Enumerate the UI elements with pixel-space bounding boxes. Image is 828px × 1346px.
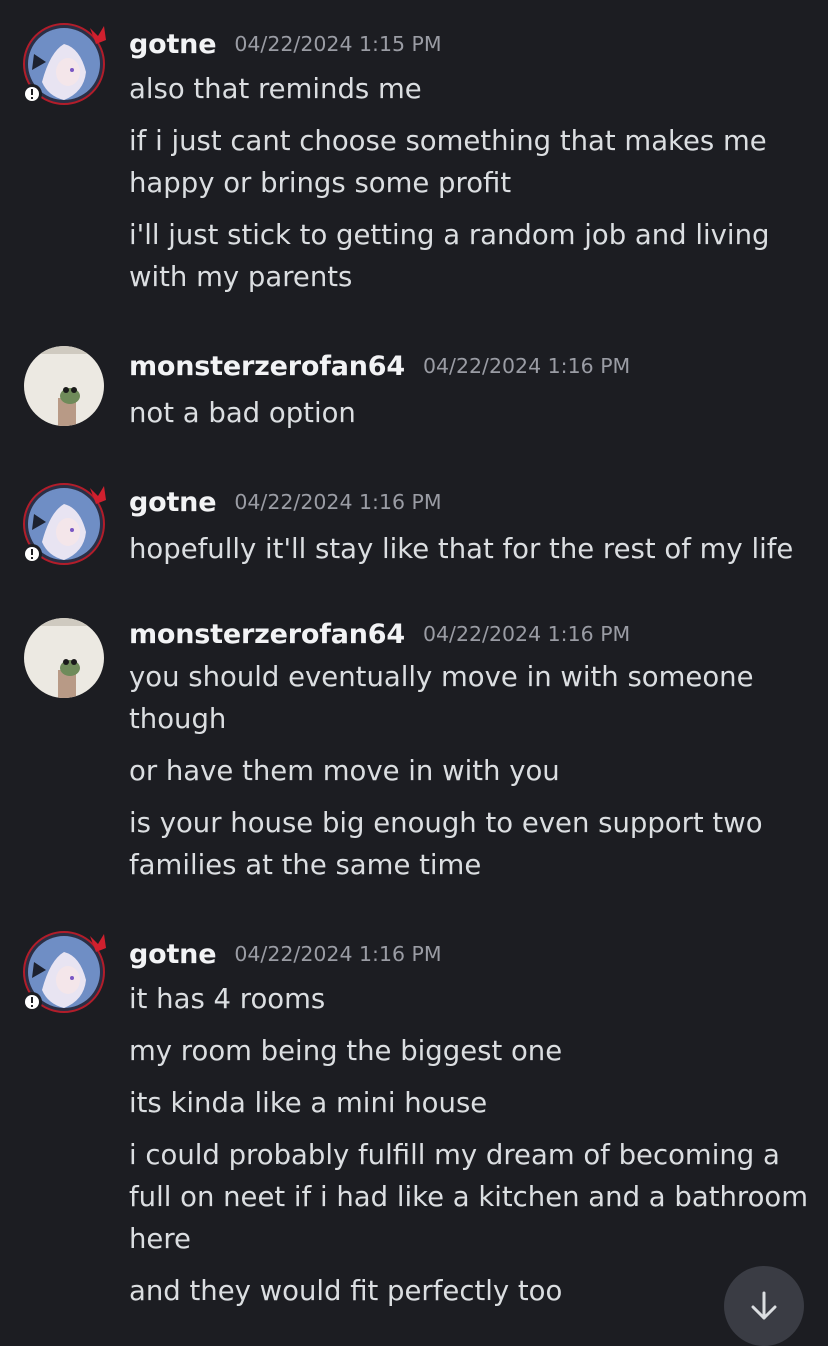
timestamp: 04/22/2024 1:15 PM — [234, 32, 442, 56]
frog-avatar-icon — [24, 618, 104, 698]
message-line: it has 4 rooms — [129, 983, 326, 1015]
scroll-to-bottom-button[interactable] — [724, 1266, 804, 1346]
user-avatar[interactable] — [24, 618, 104, 698]
frog-avatar-icon — [24, 346, 104, 426]
timestamp: 04/22/2024 1:16 PM — [422, 622, 631, 646]
anime-avatar-icon — [22, 931, 106, 1013]
username[interactable]: gotne — [129, 939, 217, 970]
message-line: and they would fit perfectly too — [129, 1275, 563, 1307]
message-line: if i just cant choose something that mak… — [129, 125, 767, 157]
username[interactable]: gotne — [129, 487, 217, 518]
message-line: its kinda like a mini house — [129, 1087, 488, 1119]
message-line: i could probably fulfill my dream of bec… — [129, 1139, 780, 1171]
user-avatar[interactable] — [24, 346, 104, 426]
message-line: full on neet if i had like a kitchen and… — [129, 1181, 809, 1213]
message-line: my room being the biggest one — [129, 1035, 563, 1067]
user-avatar[interactable] — [20, 22, 106, 105]
message-line: not a bad option — [129, 397, 356, 429]
timestamp: 04/22/2024 1:16 PM — [234, 942, 442, 966]
message-line: also that reminds me — [129, 73, 422, 105]
timestamp: 04/22/2024 1:16 PM — [422, 354, 631, 378]
message-line: though — [129, 703, 227, 735]
message-line: you should eventually move in with someo… — [129, 661, 754, 693]
username[interactable]: monsterzerofan64 — [129, 351, 405, 382]
message-line: here — [129, 1223, 191, 1255]
anime-avatar-icon — [22, 483, 106, 565]
arrow-down-icon — [751, 1291, 777, 1320]
message-line: with my parents — [129, 261, 353, 293]
message-line: is your house big enough to even support… — [129, 807, 763, 839]
message-header: gotne 04/22/2024 1:15 PM — [129, 24, 442, 64]
anime-avatar-icon — [22, 23, 106, 105]
message-header: gotne 04/22/2024 1:16 PM — [129, 482, 442, 522]
username[interactable]: gotne — [129, 29, 217, 60]
message-header: monsterzerofan64 04/22/2024 1:16 PM — [129, 614, 630, 654]
message-header: monsterzerofan64 04/22/2024 1:16 PM — [129, 346, 630, 386]
message-line: families at the same time — [129, 849, 482, 881]
username[interactable]: monsterzerofan64 — [129, 619, 405, 650]
message-line: i'll just stick to getting a random job … — [129, 219, 770, 251]
message-line: happy or brings some profit — [129, 167, 512, 199]
user-avatar[interactable] — [20, 930, 106, 1013]
timestamp: 04/22/2024 1:16 PM — [234, 490, 442, 514]
message-line: hopefully it'll stay like that for the r… — [129, 533, 794, 565]
message-header: gotne 04/22/2024 1:16 PM — [129, 934, 442, 974]
message-line: or have them move in with you — [129, 755, 560, 787]
user-avatar[interactable] — [20, 482, 106, 565]
